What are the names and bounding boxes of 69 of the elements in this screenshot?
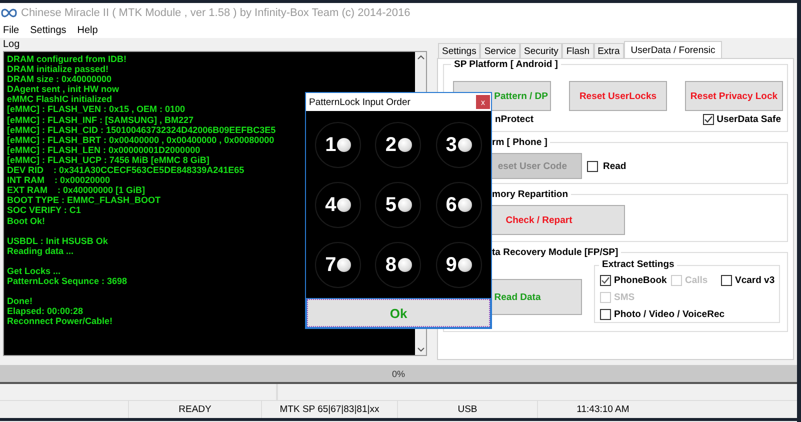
log-line: Reading data ... (7, 246, 74, 256)
tab[interactable]: Security (520, 43, 562, 58)
log-line: [eMMC] : FLASH_BRT : 0x00400000 , 0x00400000 , 0x00080000 (7, 134, 274, 145)
log-line: Reconnect Power/Cable! (7, 316, 113, 327)
log-line: [eMMC] : FLASH_CID : 150100463732324D42006B09EEFBC3E5 (7, 124, 276, 135)
log-line: [eMMC] : FLASH_LEN : 0x00000001D2000000 (7, 144, 200, 155)
log-line: Boot Ok! (7, 216, 45, 226)
close-button[interactable]: x (476, 95, 490, 109)
dialog-title: PatternLock Input Order (309, 96, 410, 108)
checkbox[interactable] (600, 309, 611, 320)
app-logo-icon (1, 8, 17, 18)
scroll-up-icon[interactable] (416, 55, 424, 60)
pattern-dot[interactable]: 8 (375, 242, 422, 288)
pattern-dot[interactable]: 5 (375, 182, 422, 228)
tab[interactable]: Service (480, 43, 520, 58)
log-line: DRAM configured from IDB! (7, 54, 126, 64)
log-line: DEV RID : 0x341A30CCECF563CE5DE848339A241E65 (7, 165, 244, 176)
tab[interactable]: Extra (594, 43, 624, 58)
log-line: DAgent sent , init HW now (7, 84, 119, 94)
group-title: Extract Settings (599, 259, 678, 270)
log-line: [eMMC] : FLASH_INF : [SAMSUNG] , BM227 (7, 114, 194, 125)
checkbox[interactable] (721, 275, 732, 286)
log-line: eMMC FlashIC initialized (7, 94, 112, 104)
menu-item[interactable]: File (3, 25, 20, 36)
checkbox-label: SMS (614, 292, 635, 303)
log-line: BOOT TYPE : EMMC_FLASH_BOOT (7, 195, 161, 206)
group-title: SP Platform [ Android ] (451, 59, 561, 70)
window-title: Chinese Miracle II ( MTK Module , ver 1.58 ) by Infinity-Box Team (c) 2014-2016 (21, 7, 410, 19)
pattern-dot[interactable]: 6 (436, 182, 482, 228)
menu-item[interactable]: Help (77, 25, 98, 36)
checkbox-label: Photo / Video / VoiceRec (614, 309, 725, 320)
pattern-dot[interactable]: 3 (436, 122, 482, 168)
pattern-dot[interactable]: 1 (315, 122, 362, 168)
log-line: Get Locks ... (7, 266, 61, 276)
scroll-down-icon[interactable] (416, 347, 424, 352)
log-line: PatternLock Sequnce : 3698 (7, 276, 128, 286)
tab[interactable]: Settings (438, 43, 480, 58)
checkbox-label: Vcard v3 (735, 275, 775, 286)
pattern-dot[interactable]: 7 (315, 242, 362, 288)
tab[interactable]: UserData / Forensic (624, 41, 722, 58)
log-line: EXT RAM : 0x40000000 [1 GiB] (7, 185, 146, 196)
progress-text: 0% (392, 368, 405, 378)
log-line: INT RAM : 0x00020000 (7, 175, 110, 186)
log-line: Done! (7, 296, 32, 306)
log-line: [eMMC] : FLASH_UCP : 7456 MiB [eMMC 8 GiB] (7, 154, 210, 166)
checkbox-label: PhoneBook (614, 275, 667, 286)
checkbox-label: Calls (685, 275, 708, 286)
log-line: Elapsed: 00:00:28 (7, 306, 84, 316)
checkbox[interactable] (587, 160, 598, 172)
menu-item[interactable]: Settings (30, 25, 66, 36)
log-line: USBDL : Init HSUSB Ok (7, 236, 108, 246)
group-title: ta Recovery Module [FP/SP] (489, 247, 622, 258)
log-line: DRAM size : 0x40000000 (7, 74, 112, 84)
checkbox[interactable] (702, 114, 714, 125)
checkbox-label: Read (603, 160, 626, 172)
pattern-dot[interactable]: 9 (436, 242, 482, 288)
checkbox[interactable] (600, 275, 611, 286)
group-title: mory Repartition (489, 189, 572, 200)
pattern-dot[interactable]: 4 (315, 182, 362, 228)
log-label: Log (3, 38, 21, 51)
log-line: [eMMC] : FLASH_VEN : 0x15 , OEM : 0100 (7, 104, 186, 115)
option-label: nProtect (495, 114, 534, 125)
checkbox-label: UserData Safe (716, 114, 781, 125)
log-line: DRAM initialize passed! (7, 64, 109, 74)
tab[interactable]: Flash (562, 43, 594, 58)
group-title: rm [ Phone ] (489, 137, 550, 148)
log-line: SOC VERIFY : C1 (7, 205, 81, 216)
pattern-dot[interactable]: 2 (375, 122, 422, 168)
status-text: 11:43:10 AM (576, 403, 630, 417)
